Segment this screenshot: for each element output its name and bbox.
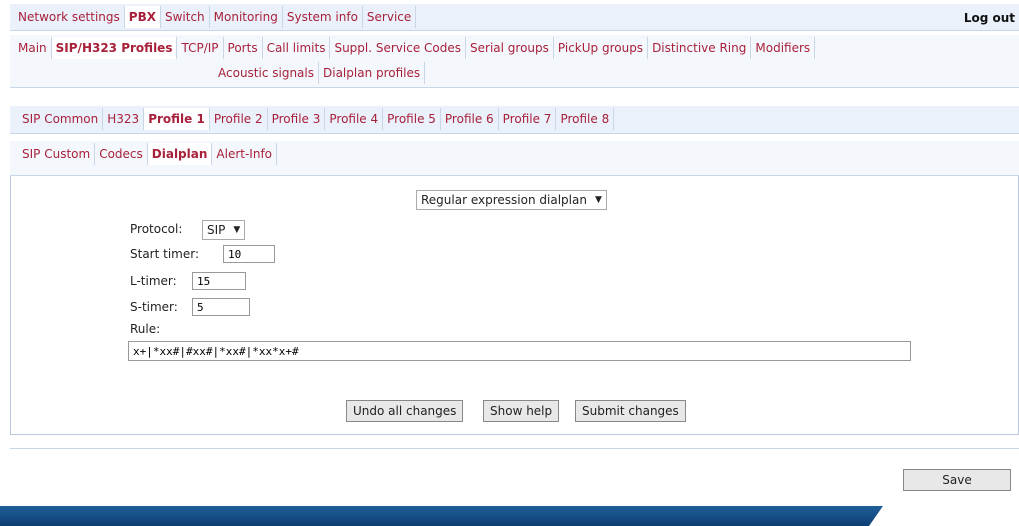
tab-profile-6[interactable]: Profile 6 xyxy=(441,108,499,130)
tab-modifiers[interactable]: Modifiers xyxy=(751,37,816,59)
tab-network-settings[interactable]: Network settings xyxy=(14,6,125,28)
tab-alert-info[interactable]: Alert-Info xyxy=(212,143,278,165)
start-timer-input[interactable] xyxy=(223,245,275,263)
tab-service[interactable]: Service xyxy=(363,6,417,28)
tab-codecs[interactable]: Codecs xyxy=(95,143,148,165)
tab-profile-3[interactable]: Profile 3 xyxy=(268,108,326,130)
tab-monitoring[interactable]: Monitoring xyxy=(210,6,283,28)
show-help-button[interactable]: Show help xyxy=(483,400,560,422)
tab-profile-2[interactable]: Profile 2 xyxy=(210,108,268,130)
tab-call-limits[interactable]: Call limits xyxy=(263,37,331,59)
submit-changes-button[interactable]: Submit changes xyxy=(575,400,686,422)
rule-label: Rule: xyxy=(130,322,161,336)
tab-profile-4[interactable]: Profile 4 xyxy=(325,108,384,130)
tab-profile-8[interactable]: Profile 8 xyxy=(556,108,615,130)
rule-input[interactable] xyxy=(128,341,911,361)
tab-sip-custom[interactable]: SIP Custom xyxy=(18,143,96,165)
tab-acoustic-signals[interactable]: Acoustic signals xyxy=(214,62,319,84)
tab-suppl-service-codes[interactable]: Suppl. Service Codes xyxy=(330,37,467,59)
tab-dialplan[interactable]: Dialplan xyxy=(147,143,213,165)
dialplan-panel: Regular expression dialplan ▼ Protocol: … xyxy=(10,176,1019,435)
protocol-value: SIP xyxy=(207,223,226,237)
profile-tabs: SIP Common H323 Profile 1 Profile 2 Prof… xyxy=(18,108,615,130)
l-timer-input[interactable] xyxy=(192,272,246,290)
protocol-select[interactable]: SIP ▼ xyxy=(202,220,246,240)
tab-profile-5[interactable]: Profile 5 xyxy=(383,108,441,130)
bottom-banner-cutout xyxy=(869,496,1019,526)
tab-distinctive-ring[interactable]: Distinctive Ring xyxy=(648,37,752,59)
sub-tabs: SIP Custom Codecs Dialplan Alert-Info xyxy=(18,143,278,165)
tab-profile-1[interactable]: Profile 1 xyxy=(144,108,210,130)
logout-link[interactable]: Log out xyxy=(964,11,1015,25)
tab-ports[interactable]: Ports xyxy=(224,37,263,59)
tab-pickup-groups[interactable]: PickUp groups xyxy=(554,37,649,59)
l-timer-label: L-timer: xyxy=(130,274,177,288)
tab-system-info[interactable]: System info xyxy=(283,6,363,28)
pbx-tabs-row1: Main SIP/H323 Profiles TCP/IP Ports Call… xyxy=(14,37,816,59)
pbx-tabs-row2: Acoustic signals Dialplan profiles xyxy=(214,62,426,84)
s-timer-input[interactable] xyxy=(192,298,250,316)
tab-sip-h323-profiles[interactable]: SIP/H323 Profiles xyxy=(51,37,178,59)
undo-changes-button[interactable]: Undo all changes xyxy=(346,400,464,422)
bottom-banner xyxy=(0,506,1019,526)
tab-sip-common[interactable]: SIP Common xyxy=(18,108,104,130)
tab-dialplan-profiles[interactable]: Dialplan profiles xyxy=(319,62,426,84)
tab-pbx[interactable]: PBX xyxy=(124,6,161,28)
save-button[interactable]: Save xyxy=(903,469,1011,491)
panel-footer-divider xyxy=(10,448,1019,449)
tab-switch[interactable]: Switch xyxy=(161,6,210,28)
tab-serial-groups[interactable]: Serial groups xyxy=(466,37,554,59)
protocol-label: Protocol: xyxy=(130,222,183,236)
dialplan-mode-select[interactable]: Regular expression dialplan ▼ xyxy=(416,190,607,210)
start-timer-label: Start timer: xyxy=(130,247,200,261)
dialplan-mode-value: Regular expression dialplan xyxy=(421,193,587,207)
tab-h323[interactable]: H323 xyxy=(103,108,145,130)
tab-main[interactable]: Main xyxy=(14,37,52,59)
chevron-down-icon: ▼ xyxy=(233,225,241,235)
tab-tcp-ip[interactable]: TCP/IP xyxy=(177,37,224,59)
top-nav: Network settings PBX Switch Monitoring S… xyxy=(14,6,417,28)
chevron-down-icon: ▼ xyxy=(594,195,602,205)
tab-profile-7[interactable]: Profile 7 xyxy=(499,108,557,130)
s-timer-label: S-timer: xyxy=(130,300,178,314)
